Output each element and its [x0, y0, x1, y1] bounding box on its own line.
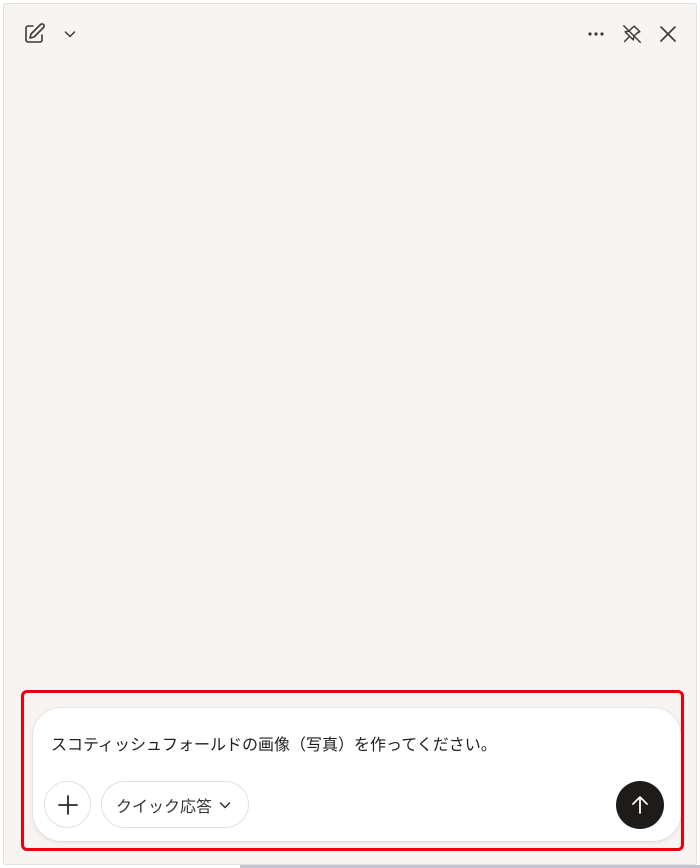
new-chat-icon [25, 23, 45, 43]
history-dropdown-button[interactable] [56, 20, 84, 48]
close-button[interactable] [654, 20, 682, 48]
unpin-icon [623, 25, 641, 43]
unpin-button[interactable] [618, 20, 646, 48]
more-icon [588, 32, 604, 36]
header-right-controls [582, 20, 682, 48]
more-options-button[interactable] [582, 20, 610, 48]
chevron-down-icon [64, 31, 76, 38]
close-icon [660, 26, 676, 42]
new-chat-button[interactable] [20, 20, 48, 48]
highlight-box [21, 690, 684, 851]
header-left-controls [20, 20, 84, 48]
